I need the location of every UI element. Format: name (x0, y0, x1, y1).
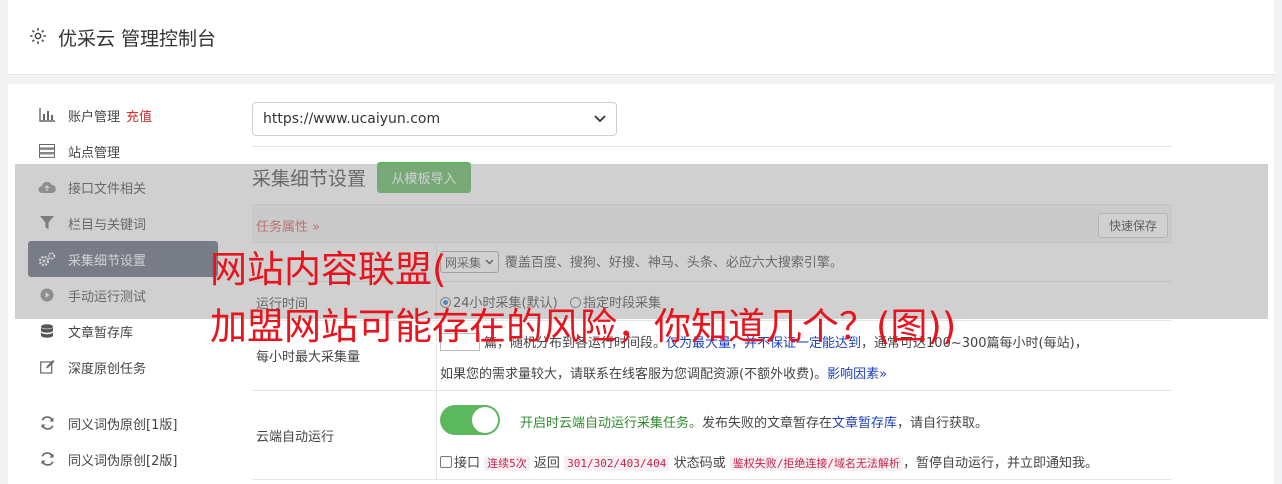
row-cloud-auto-run: 云端自动运行 开启时云端自动运行采集任务。发布失败的文章暂存在文章暂存库，请自行… (252, 391, 1172, 480)
sidebar-item-label: 账户管理 (68, 109, 121, 125)
sidebar-item-label: 深度原创任务 (68, 361, 147, 377)
edit-icon (38, 359, 56, 375)
bar-chart-icon (38, 107, 56, 123)
gear-icon (30, 28, 46, 44)
article-storage-link[interactable]: 文章暂存库 (832, 416, 897, 431)
sidebar-item-deep-original[interactable]: 深度原创任务 (28, 349, 218, 385)
cloud-auto-run-label: 云端自动运行 (256, 430, 335, 445)
auto-run-toggle[interactable] (440, 405, 500, 435)
database-icon (38, 323, 56, 339)
refresh-icon (38, 451, 56, 467)
server-icon (38, 143, 56, 159)
recharge-link[interactable]: 充值 (126, 106, 152, 125)
site-select-value: https://www.ucaiyun.com (263, 111, 441, 127)
sidebar-item-synonym-v1[interactable]: 同义词伪原创[1版] (28, 405, 218, 441)
headline-line-2: 加盟网站可能存在的风险，你知道几个？(图)) (210, 305, 957, 348)
overlay-band (15, 164, 1268, 319)
headline-line-1: 网站内容联盟( (210, 248, 447, 291)
influence-factors-link[interactable]: 影响因素» (827, 367, 887, 382)
double-chevron-down-icon: » (879, 367, 888, 382)
sidebar-item-label: 同义词伪原创[1版] (68, 417, 178, 433)
sidebar-item-label: 站点管理 (68, 145, 121, 161)
pause-checkbox[interactable] (440, 456, 452, 468)
refresh-icon (38, 415, 56, 431)
page-title: 优采云 管理控制台 (58, 28, 217, 50)
site-select[interactable]: https://www.ucaiyun.com (252, 102, 617, 136)
chevron-down-icon (594, 112, 606, 126)
sidebar-item-label: 文章暂存库 (68, 325, 134, 341)
sidebar-item-account[interactable]: 账户管理 充值 (28, 97, 218, 133)
sidebar-item-label: 同义词伪原创[2版] (68, 453, 178, 469)
max-per-hour-label: 每小时最大采集量 (256, 350, 361, 365)
top-bar: 优采云 管理控制台 (8, 0, 1274, 75)
divider (252, 146, 1172, 147)
sidebar-item-synonym-v2[interactable]: 同义词伪原创[2版] (28, 441, 218, 477)
